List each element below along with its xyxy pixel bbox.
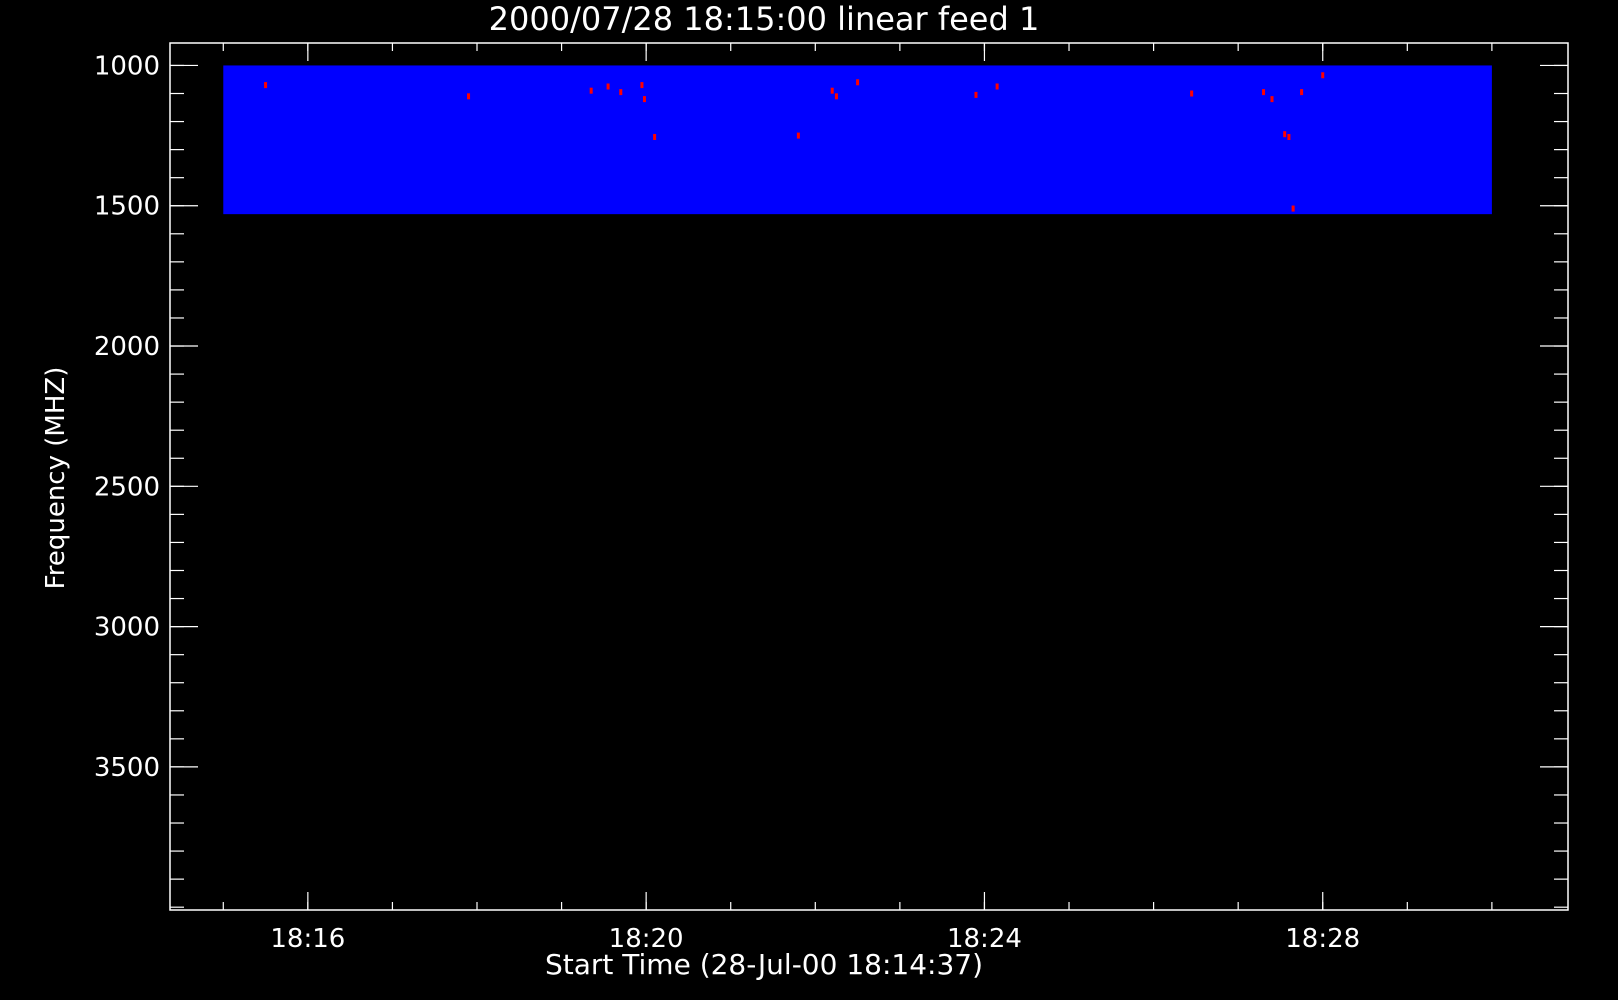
hotspot-13 (995, 83, 999, 90)
hotspot-2 (589, 87, 593, 94)
y-tick-label: 2500 (94, 472, 160, 502)
hotspot-6 (642, 96, 646, 103)
hotspot-9 (830, 87, 834, 94)
hotspot-17 (1283, 131, 1287, 138)
hotspot-10 (834, 93, 838, 100)
hotspot-15 (1262, 89, 1266, 96)
hotspot-12 (974, 91, 978, 98)
spectrum-data-region (223, 65, 1492, 215)
x-tick-label: 18:28 (1285, 924, 1360, 954)
y-tick-label: 1000 (94, 51, 160, 81)
y-tick-label: 1500 (94, 192, 160, 222)
hotspot-4 (619, 89, 623, 96)
chart-title: 2000/07/28 18:15:00 linear feed 1 (489, 0, 1040, 38)
hotspot-7 (653, 133, 657, 140)
y-tick-label: 2000 (94, 332, 160, 362)
hotspot-11 (856, 79, 860, 86)
hotspot-3 (606, 83, 610, 90)
y-axis-label: Frequency (MHZ) (41, 367, 71, 590)
hotspot-19 (1291, 205, 1295, 212)
hotspot-20 (1300, 89, 1304, 96)
dynamic-spectrum-chart: 2000/07/28 18:15:00 linear feed 1 18:16 1… (0, 0, 1618, 1000)
hotspot-8 (796, 132, 800, 139)
x-tick-label: 18:16 (270, 924, 345, 954)
hotspot-18 (1287, 133, 1291, 140)
hotspot-14 (1190, 90, 1194, 97)
y-tick-label: 3000 (94, 613, 160, 643)
hotspot-21 (1321, 72, 1325, 79)
hotspot-5 (640, 82, 644, 89)
hotspot-1 (467, 93, 471, 100)
hotspot-16 (1270, 96, 1274, 103)
x-axis-label: Start Time (28-Jul-00 18:14:37) (545, 948, 983, 981)
hotspot-0 (264, 82, 268, 89)
plot-area (223, 65, 1492, 215)
y-tick-label: 3500 (94, 753, 160, 783)
